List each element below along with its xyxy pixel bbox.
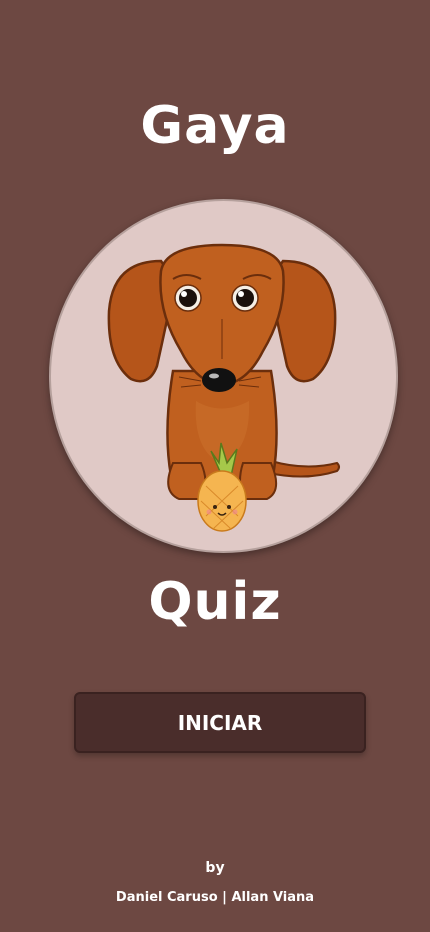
credits-by-label: by (205, 860, 225, 876)
start-button[interactable]: INICIAR (74, 692, 366, 753)
app-title-quiz: Quiz (148, 572, 282, 632)
mascot-image (49, 199, 398, 553)
dachshund-with-pineapple-icon (107, 243, 340, 532)
credits-authors: Daniel Caruso | Allan Viana (115, 890, 315, 905)
app-title-gaya: Gaya (140, 96, 290, 156)
